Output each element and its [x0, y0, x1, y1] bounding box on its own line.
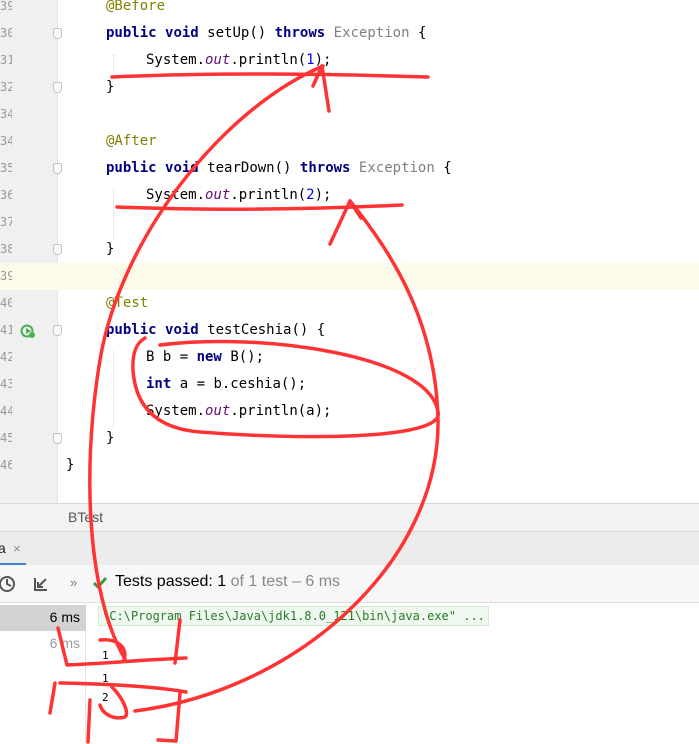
- run-tab[interactable]: a: [0, 540, 6, 556]
- code-line[interactable]: 35 public void tearDown() throws Excepti…: [0, 155, 699, 182]
- line-number: 44: [0, 404, 12, 418]
- code-text: public void tearDown() throws Exception …: [106, 160, 452, 176]
- test-duration: 6 ms: [49, 635, 80, 651]
- code-text: @Before: [106, 0, 166, 14]
- code-line-current[interactable]: 39: [0, 263, 699, 290]
- code-line[interactable]: 36 System.out.println(2);: [0, 182, 699, 209]
- code-line[interactable]: 34: [0, 101, 699, 128]
- line-number: 42: [0, 350, 12, 364]
- fold-marker-icon[interactable]: [53, 325, 62, 336]
- line-number: 39: [0, 0, 12, 13]
- fold-marker-icon[interactable]: [53, 244, 62, 255]
- fold-marker-icon[interactable]: [53, 28, 62, 39]
- editor-breadcrumb-bar: BTest: [0, 503, 699, 531]
- code-line[interactable]: 34 @After: [0, 128, 699, 155]
- console-output-line: 1: [102, 649, 109, 662]
- tree-row-selected[interactable]: 6 ms: [0, 605, 86, 631]
- close-icon[interactable]: ×: [13, 541, 21, 556]
- line-number: 38: [0, 242, 12, 256]
- code-line[interactable]: 45 }: [0, 425, 699, 452]
- line-number: 46: [0, 458, 12, 472]
- console-output-line: 1: [102, 672, 109, 685]
- code-text: System.out.println(a);: [146, 403, 332, 419]
- test-duration: 6 ms: [49, 609, 80, 625]
- line-number: 30: [0, 26, 12, 40]
- line-number: 43: [0, 377, 12, 391]
- check-icon: [92, 577, 108, 590]
- run-test-icon[interactable]: [20, 323, 36, 339]
- code-line[interactable]: 31 System.out.println(1);: [0, 47, 699, 74]
- tree-row[interactable]: 6 ms: [0, 631, 86, 657]
- code-text: }: [106, 241, 115, 257]
- code-line[interactable]: 38 }: [0, 236, 699, 263]
- test-status-text: Tests passed: 1 of 1 test – 6 ms: [115, 573, 341, 590]
- line-number: 41: [0, 323, 12, 337]
- code-text: System.out.println(2);: [146, 187, 332, 203]
- line-number: 34: [0, 134, 12, 148]
- line-number: 32: [0, 80, 12, 94]
- line-number: 37: [0, 215, 12, 229]
- code-line[interactable]: 44 System.out.println(a);: [0, 398, 699, 425]
- run-tab-strip: a ×: [0, 531, 699, 566]
- code-line[interactable]: 43 int a = b.ceshia();: [0, 371, 699, 398]
- console-output[interactable]: "C:\Program Files\Java\jdk1.8.0_121\bin\…: [86, 603, 699, 744]
- test-results-tree: 6 ms 6 ms: [0, 603, 86, 744]
- more-actions-button[interactable]: »: [70, 575, 77, 590]
- code-text: @Test: [106, 295, 149, 311]
- line-number: 31: [0, 53, 12, 67]
- code-line[interactable]: 30 public void setUp() throws Exception …: [0, 20, 699, 47]
- code-text: }: [106, 430, 115, 446]
- code-text: B b = new B();: [146, 349, 265, 365]
- code-line[interactable]: 32 }: [0, 74, 699, 101]
- code-text: int a = b.ceshia();: [146, 376, 307, 392]
- line-number: 35: [0, 161, 12, 175]
- code-text: System.out.println(1);: [146, 52, 332, 68]
- code-line[interactable]: 46 }: [0, 452, 699, 479]
- code-text: public void testCeshia() {: [106, 322, 326, 338]
- code-editor[interactable]: 39 @Before 30 public void setUp() throws…: [0, 0, 699, 503]
- code-text: }: [66, 457, 75, 473]
- console-output-line: 2: [102, 691, 109, 704]
- test-runner-toolbar: » Tests passed: 1 of 1 test – 6 ms: [0, 565, 699, 603]
- code-line[interactable]: 40 @Test: [0, 290, 699, 317]
- line-number: 36: [0, 188, 12, 202]
- code-text: }: [106, 79, 115, 95]
- export-results-icon[interactable]: [31, 574, 51, 594]
- line-number: 40: [0, 296, 12, 310]
- line-number: 34: [0, 107, 12, 121]
- line-number: 39: [0, 269, 12, 283]
- code-line[interactable]: 39 @Before: [0, 0, 699, 20]
- fold-marker-icon[interactable]: [53, 433, 62, 444]
- code-line[interactable]: 41 public void testCeshia() {: [0, 317, 699, 344]
- code-text: @After: [106, 133, 157, 149]
- fold-marker-icon[interactable]: [53, 82, 62, 93]
- console-command-line[interactable]: "C:\Program Files\Java\jdk1.8.0_121\bin\…: [98, 606, 489, 626]
- fold-marker-icon[interactable]: [53, 163, 62, 174]
- code-line[interactable]: 42 B b = new B();: [0, 344, 699, 371]
- line-number: 45: [0, 431, 12, 445]
- code-text: public void setUp() throws Exception {: [106, 25, 427, 41]
- file-tab-label[interactable]: BTest: [68, 509, 103, 525]
- history-icon[interactable]: [0, 574, 18, 594]
- code-line[interactable]: 37: [0, 209, 699, 236]
